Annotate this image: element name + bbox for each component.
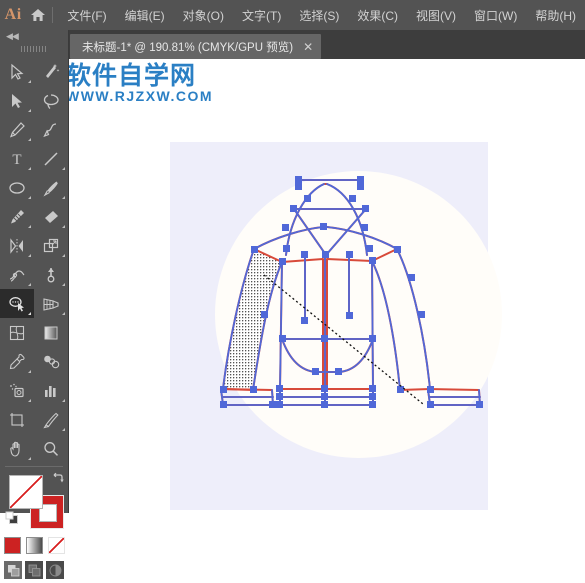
toolbar-divider xyxy=(5,466,63,467)
hand-tool[interactable] xyxy=(0,434,34,463)
menu-bar: Ai 文件(F) 编辑(E) 对象(O) 文字(T) 选择(S) 效果(C) 视… xyxy=(0,0,585,30)
column-graph-tool[interactable] xyxy=(34,376,68,405)
zoom-tool[interactable] xyxy=(34,434,68,463)
mesh-tool[interactable] xyxy=(0,318,34,347)
menu-object[interactable]: 对象(O) xyxy=(174,0,233,30)
menu-select[interactable]: 选择(S) xyxy=(290,0,348,30)
slice-tool[interactable] xyxy=(34,405,68,434)
drawing-normal-mode[interactable] xyxy=(4,561,22,579)
line-segment-tool[interactable] xyxy=(34,144,68,173)
color-mode-swatch[interactable] xyxy=(3,537,21,554)
none-mode-swatch[interactable] xyxy=(47,537,65,554)
pencil-tool[interactable] xyxy=(0,202,34,231)
curvature-tool[interactable] xyxy=(34,115,68,144)
menu-view[interactable]: 视图(V) xyxy=(407,0,465,30)
fill-none-indicator xyxy=(10,476,42,508)
close-icon[interactable]: ✕ xyxy=(303,41,313,53)
canvas-area[interactable] xyxy=(68,59,585,513)
document-tab-label: 未标题-1* @ 190.81% (CMYK/GPU 预览) xyxy=(82,41,294,54)
collapse-panel-icon[interactable]: ◀◀ xyxy=(0,30,68,43)
menu-list: 文件(F) 编辑(E) 对象(O) 文字(T) 选择(S) 效果(C) 视图(V… xyxy=(58,0,585,30)
menu-window[interactable]: 窗口(W) xyxy=(465,0,526,30)
none-mode-slash xyxy=(48,538,64,553)
drawing-inside-mode[interactable] xyxy=(46,561,64,579)
perspective-grid-tool[interactable] xyxy=(34,289,68,318)
paintbrush-tool[interactable] xyxy=(34,173,68,202)
ellipse-tool[interactable] xyxy=(0,173,34,202)
artboard-tool[interactable] xyxy=(0,405,34,434)
menu-edit[interactable]: 编辑(E) xyxy=(116,0,174,30)
fill-swatch[interactable] xyxy=(9,475,43,509)
free-transform-tool[interactable] xyxy=(34,260,68,289)
fill-stroke-controls xyxy=(0,471,68,533)
app-logo: Ai xyxy=(4,6,22,23)
panel-grip[interactable] xyxy=(0,43,68,55)
selection-tool[interactable] xyxy=(0,57,34,86)
direct-selection-tool[interactable] xyxy=(0,86,34,115)
drawing-behind-mode[interactable] xyxy=(25,561,43,579)
lasso-tool[interactable] xyxy=(34,86,68,115)
swap-fill-stroke-icon[interactable] xyxy=(50,472,64,486)
scale-tool[interactable] xyxy=(34,231,68,260)
hoodie-jacket-vector[interactable] xyxy=(68,59,585,513)
home-icon[interactable] xyxy=(26,0,49,30)
rotate-tool[interactable] xyxy=(0,231,34,260)
menu-type[interactable]: 文字(T) xyxy=(233,0,290,30)
width-tool[interactable] xyxy=(0,260,34,289)
type-tool[interactable]: T xyxy=(0,144,34,173)
pen-tool[interactable] xyxy=(0,115,34,144)
magic-wand-tool[interactable] xyxy=(34,57,68,86)
menu-help[interactable]: 帮助(H) xyxy=(526,0,585,30)
symbol-sprayer-tool[interactable] xyxy=(0,376,34,405)
default-fill-stroke-icon[interactable] xyxy=(5,511,19,525)
drawing-mode-buttons xyxy=(0,561,68,583)
eyedropper-tool[interactable] xyxy=(0,347,34,376)
shaper-tool[interactable] xyxy=(0,289,34,318)
svg-text:T: T xyxy=(12,152,21,168)
blend-tool[interactable] xyxy=(34,347,68,376)
paint-mode-swatches xyxy=(0,533,68,557)
illustrator-window: Ai 文件(F) 编辑(E) 对象(O) 文字(T) 选择(S) 效果(C) 视… xyxy=(0,0,585,579)
menu-divider xyxy=(51,7,53,23)
gradient-mode-swatch[interactable] xyxy=(25,537,43,554)
menu-effect[interactable]: 效果(C) xyxy=(348,0,407,30)
tools-grid: T xyxy=(0,55,68,463)
document-tab[interactable]: 未标题-1* @ 190.81% (CMYK/GPU 预览) ✕ xyxy=(70,34,322,59)
menu-file[interactable]: 文件(F) xyxy=(58,0,115,30)
eraser-tool[interactable] xyxy=(34,202,68,231)
document-tab-bar: 未标题-1* @ 190.81% (CMYK/GPU 预览) ✕ xyxy=(0,30,585,59)
gradient-tool[interactable] xyxy=(34,318,68,347)
tools-panel: ◀◀ T xyxy=(0,30,69,579)
